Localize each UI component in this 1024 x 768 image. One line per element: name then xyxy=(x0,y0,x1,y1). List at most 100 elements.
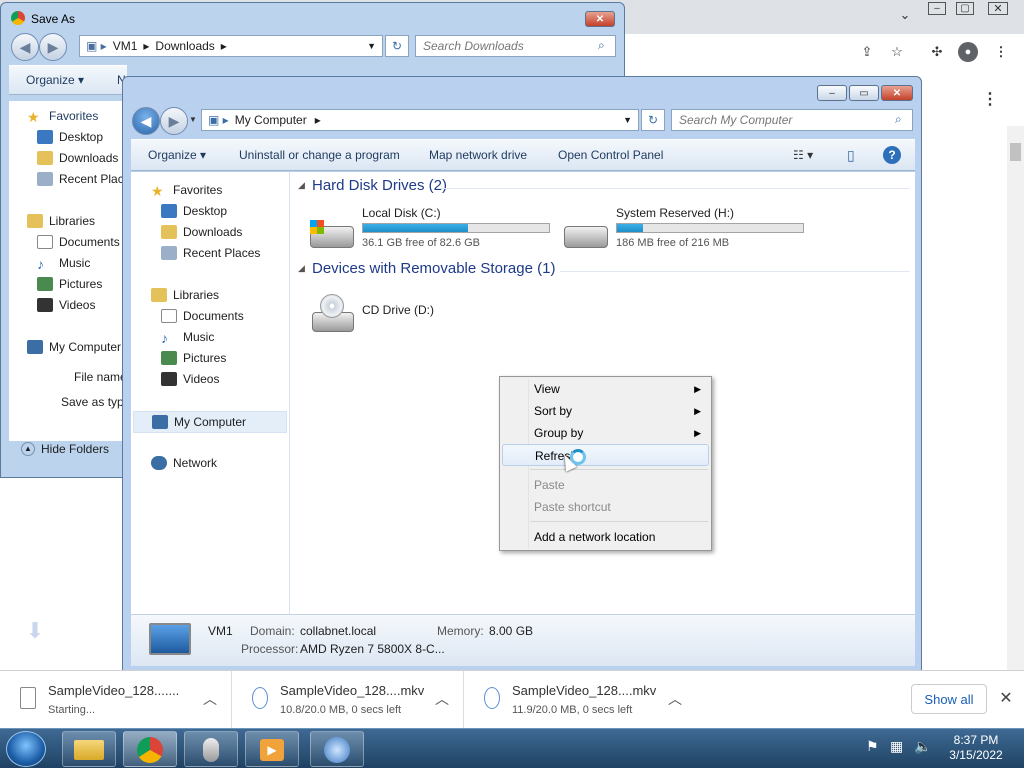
open-control-panel-button[interactable]: Open Control Panel xyxy=(558,140,663,170)
drive-name[interactable]: System Reserved (H:) xyxy=(616,206,734,220)
dropdown-icon[interactable]: ▼ xyxy=(367,41,376,51)
nav-libraries[interactable]: Libraries xyxy=(151,285,219,305)
chrome-icon xyxy=(11,11,25,25)
search-input[interactable]: Search Downloads xyxy=(415,35,616,57)
settings-icon[interactable] xyxy=(310,731,364,767)
star-icon[interactable]: ☆ xyxy=(886,43,908,61)
close-button[interactable]: ✕ xyxy=(585,11,615,27)
nav-desktop[interactable]: Desktop xyxy=(161,201,227,221)
nav-favorites[interactable]: ★ Favorites xyxy=(27,106,98,126)
menu-item-add-network-location[interactable]: Add a network location xyxy=(502,526,709,548)
nav-libraries[interactable]: Libraries xyxy=(27,211,95,231)
nav-music[interactable]: ♪ Music xyxy=(161,327,214,347)
help-icon[interactable]: ? xyxy=(883,140,901,170)
menu-item-group-by[interactable]: Group by ▶ xyxy=(502,422,709,444)
close-icon[interactable]: ✕ xyxy=(988,2,1008,15)
download-item[interactable]: SampleVideo_128....mkv 11.9/20.0 MB, 0 s… xyxy=(464,671,696,729)
maximize-button[interactable]: ▭ xyxy=(849,85,879,101)
network-icon xyxy=(151,456,167,470)
action-center-flag-icon[interactable]: ⚑ xyxy=(866,738,879,755)
nav-documents[interactable]: Documents xyxy=(161,306,244,326)
menu-icon[interactable]: ⋮ xyxy=(990,43,1012,61)
close-button[interactable]: ✕ xyxy=(881,85,913,101)
organize-button[interactable]: Organize ▾ xyxy=(148,140,206,170)
uninstall-program-button[interactable]: Uninstall or change a program xyxy=(239,140,400,170)
refresh-button[interactable]: ↻ xyxy=(385,35,409,57)
nav-music[interactable]: ♪ Music xyxy=(37,253,90,273)
clock[interactable]: 8:37 PM 3/15/2022 xyxy=(940,733,1012,763)
scrollbar-thumb[interactable] xyxy=(1010,143,1021,161)
system-reserved-h[interactable] xyxy=(562,216,612,256)
browser-toolbar: ⇪ ☆ ✣ ● ⋮ xyxy=(620,34,1024,70)
collapse-group-icon[interactable]: ◢ xyxy=(298,180,305,191)
media-player-icon[interactable]: ▶ xyxy=(245,731,299,767)
nav-favorites[interactable]: ★ Favorites xyxy=(151,180,222,200)
extensions-icon[interactable]: ✣ xyxy=(926,43,948,61)
cd-drive-d[interactable] xyxy=(308,292,358,338)
hide-folders-button[interactable]: ▲ Hide Folders xyxy=(21,442,109,456)
removable-group-header[interactable]: Devices with Removable Storage (1) xyxy=(312,260,555,277)
chrome-icon[interactable] xyxy=(123,731,177,767)
start-button[interactable] xyxy=(6,731,46,767)
network-tray-icon[interactable]: ▦ xyxy=(890,738,903,755)
nav-recent-places[interactable]: Recent Places xyxy=(161,243,260,263)
address-bar[interactable]: ▣ ▸ VM1 ▸ Downloads ▸ ▼ xyxy=(79,35,383,57)
back-button[interactable]: ◀ xyxy=(132,107,160,135)
nav-downloads[interactable]: Downloads xyxy=(161,222,242,242)
forward-button[interactable]: ▶ xyxy=(160,107,188,135)
documents-icon xyxy=(161,309,177,323)
search-input[interactable]: Search My Computer xyxy=(671,109,913,131)
hdd-group-header[interactable]: Hard Disk Drives (2) xyxy=(312,177,447,194)
minimize-icon[interactable]: – xyxy=(928,2,946,15)
address-bar[interactable]: ▣ ▸ My Computer ▸ ▼ xyxy=(201,109,639,131)
nav-my-computer[interactable]: My Computer xyxy=(133,411,287,433)
download-item[interactable]: SampleVideo_128....... Starting... ︿ xyxy=(0,671,232,729)
chevron-up-icon[interactable]: ︿ xyxy=(668,689,682,709)
close-icon[interactable]: ✕ xyxy=(996,688,1016,708)
map-network-drive-button[interactable]: Map network drive xyxy=(429,140,527,170)
profile-icon[interactable]: ● xyxy=(958,42,978,62)
breadcrumb-vm1[interactable]: VM1 xyxy=(113,39,138,53)
page-menu-icon[interactable]: ⋮ xyxy=(979,90,1001,108)
chevron-up-icon[interactable]: ︿ xyxy=(203,689,217,709)
share-icon[interactable]: ⇪ xyxy=(856,43,878,61)
page-scrollbar[interactable] xyxy=(1007,126,1024,670)
nav-videos[interactable]: Videos xyxy=(37,295,95,315)
organize-button[interactable]: Organize ▾ xyxy=(26,66,84,94)
computer-icon: ▣ ▸ xyxy=(208,113,229,127)
change-view-icon[interactable]: ☷ ▾ xyxy=(793,140,813,170)
nav-videos[interactable]: Videos xyxy=(161,369,219,389)
back-button[interactable]: ◀ xyxy=(11,33,39,61)
nav-pictures[interactable]: Pictures xyxy=(161,348,226,368)
recent-pages-icon[interactable]: ▼ xyxy=(189,115,197,124)
drive-name[interactable]: Local Disk (C:) xyxy=(362,206,441,220)
nav-my-computer[interactable]: My Computer xyxy=(27,337,121,357)
nav-documents[interactable]: Documents xyxy=(37,232,120,252)
chevron-down-icon[interactable]: ⌄ xyxy=(894,6,916,24)
minimize-button[interactable]: – xyxy=(817,85,847,101)
breadcrumb-my-computer[interactable]: My Computer xyxy=(235,113,307,127)
menu-item-sort-by[interactable]: Sort by ▶ xyxy=(502,400,709,422)
nav-downloads[interactable]: Downloads xyxy=(37,148,118,168)
explorer-icon[interactable] xyxy=(62,731,116,767)
download-item[interactable]: SampleVideo_128....mkv 10.8/20.0 MB, 0 s… xyxy=(232,671,464,729)
mouse-icon[interactable] xyxy=(184,731,238,767)
drive-name[interactable]: CD Drive (D:) xyxy=(362,303,434,317)
menu-item-refresh[interactable]: Refresh xyxy=(502,444,709,466)
forward-button[interactable]: ▶ xyxy=(39,33,67,61)
nav-network[interactable]: Network xyxy=(151,453,217,473)
show-all-button[interactable]: Show all xyxy=(911,684,987,714)
refresh-button[interactable]: ↻ xyxy=(641,109,665,131)
nav-desktop[interactable]: Desktop xyxy=(37,127,103,147)
collapse-group-icon[interactable]: ◢ xyxy=(298,263,305,274)
breadcrumb-downloads[interactable]: Downloads xyxy=(155,39,214,53)
nav-pictures[interactable]: Pictures xyxy=(37,274,102,294)
preview-pane-icon[interactable]: ▯ xyxy=(847,140,855,170)
volume-icon[interactable]: 🔈 xyxy=(914,738,931,755)
dropdown-icon[interactable]: ▼ xyxy=(623,115,632,125)
restore-icon[interactable]: ▢ xyxy=(956,2,974,15)
save-as-type-label: Save as type xyxy=(61,395,131,409)
chevron-up-icon[interactable]: ︿ xyxy=(435,689,449,709)
menu-item-view[interactable]: View ▶ xyxy=(502,378,709,400)
local-disk-c[interactable] xyxy=(308,212,358,256)
